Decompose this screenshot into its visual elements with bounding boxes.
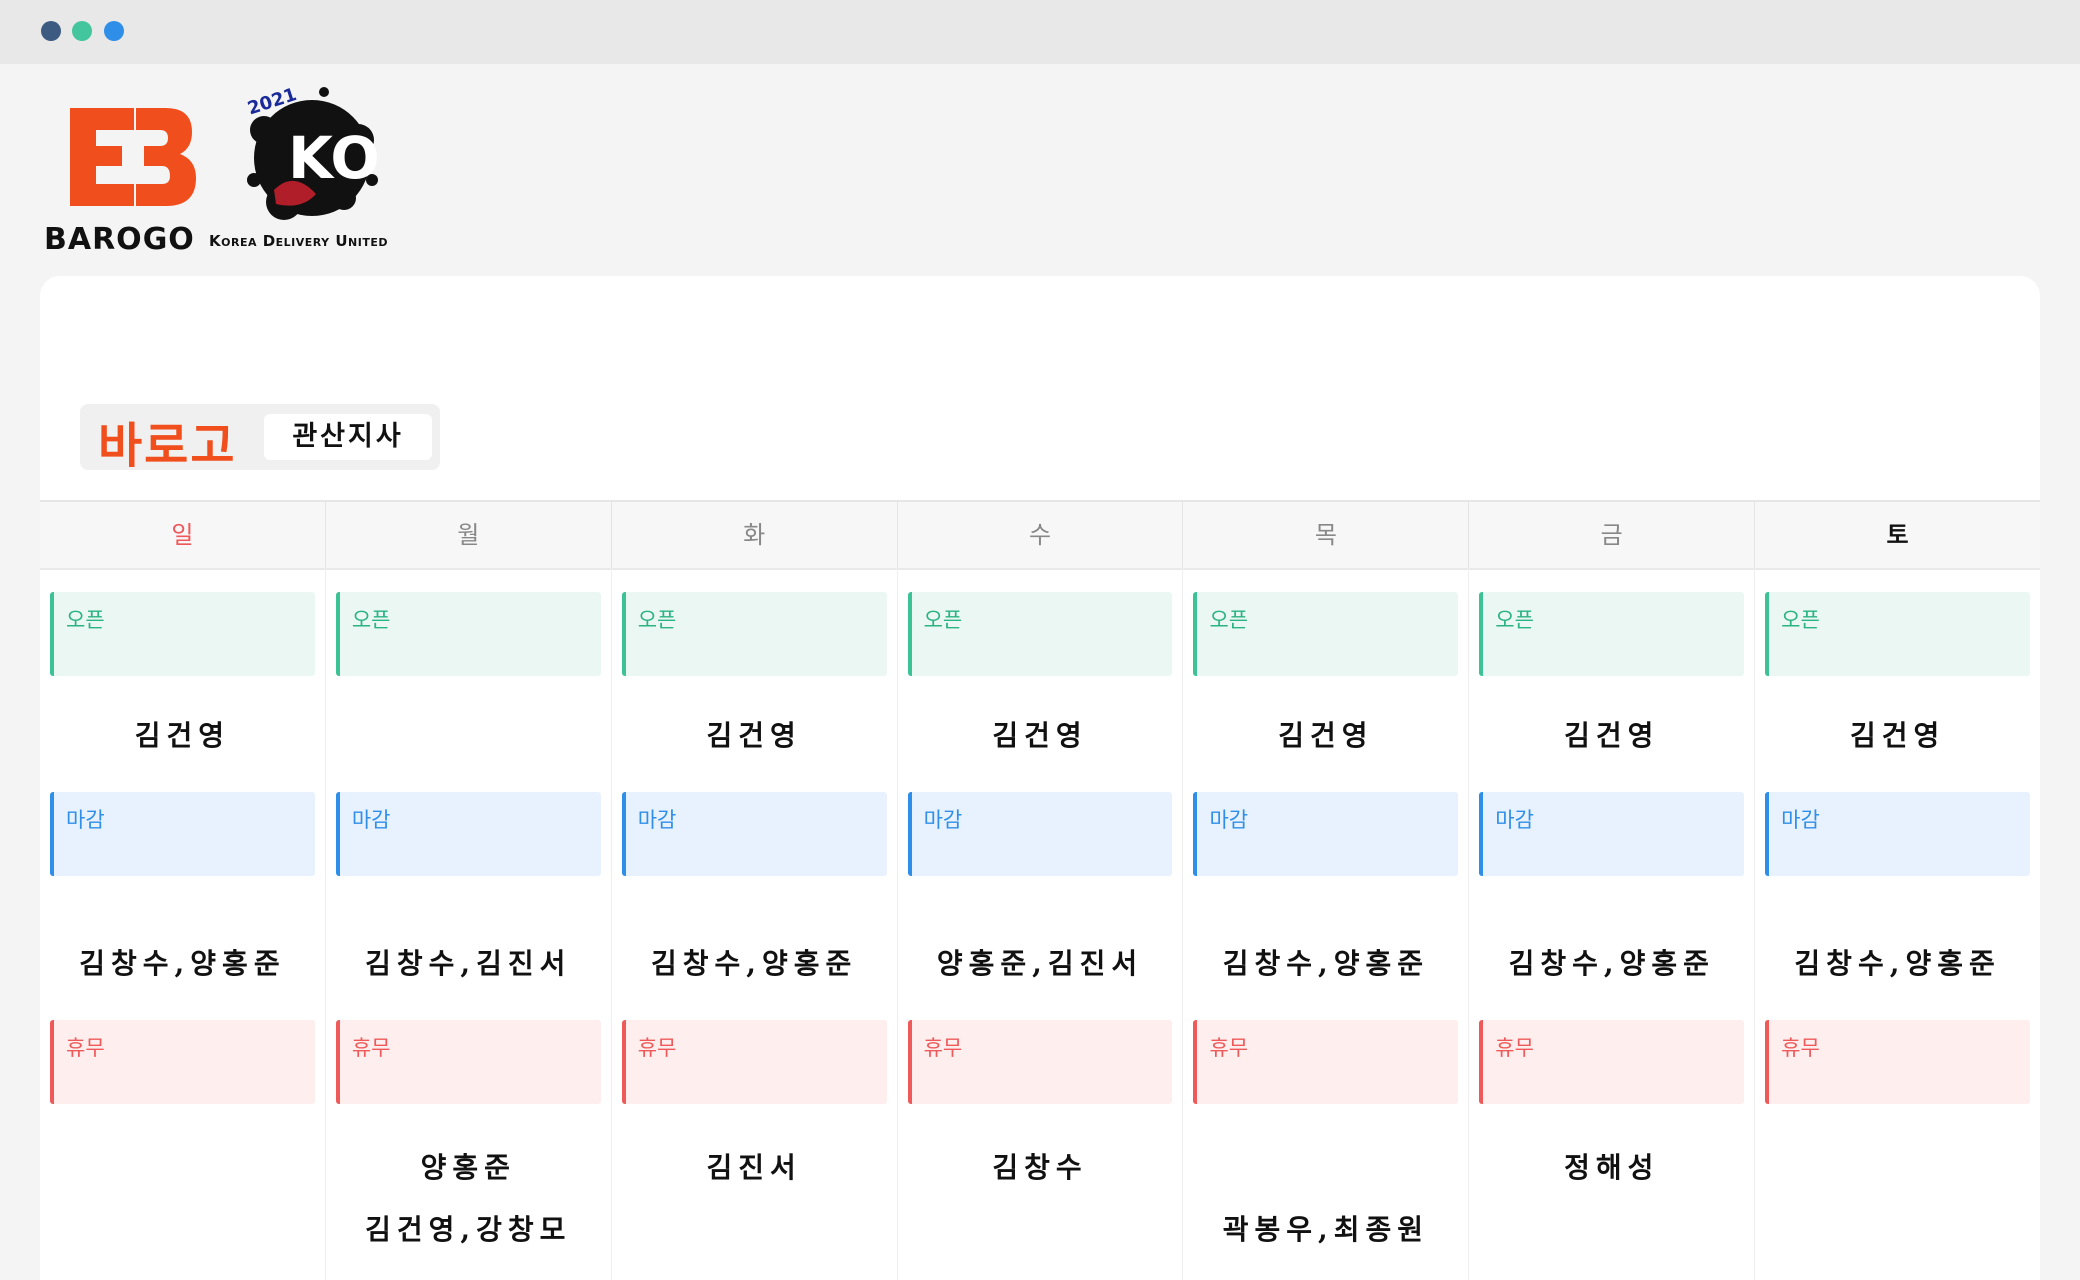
open-staff: 김건영 xyxy=(1278,719,1374,752)
weekday-monday: 월 xyxy=(326,502,612,568)
shift-close-label: 마감 xyxy=(1209,808,1249,832)
shift-open-label: 오픈 xyxy=(1781,608,1820,632)
shift-open-bar[interactable]: 오픈 xyxy=(335,592,601,676)
shift-off-bar[interactable]: 휴무 xyxy=(1479,1020,1745,1104)
open-staff: 김건영 xyxy=(134,719,231,752)
shift-off-label: 휴무 xyxy=(637,1036,677,1060)
shift-off-bar[interactable]: 휴무 xyxy=(1765,1020,2031,1104)
brand-header: KO 2021 BAROGO Korea Delivery United xyxy=(44,84,424,262)
close-staff: 김창수,양홍준 xyxy=(79,947,286,980)
shift-open-label: 오픈 xyxy=(66,608,105,632)
shift-open-label: 오픈 xyxy=(351,608,391,632)
day-column-sunday: 오픈 김건영 마감 김창수,양홍준 휴무 xyxy=(40,568,326,1280)
shift-off-label: 휴무 xyxy=(351,1036,391,1060)
day-column-thursday: 오픈 김건영 마감 김창수,양홍준 휴무 곽봉우,최종원 xyxy=(1183,568,1470,1280)
shift-off-bar[interactable]: 휴무 xyxy=(50,1020,315,1104)
open-staff: 김건영 xyxy=(1564,719,1660,752)
close-staff: 김창수,김진서 xyxy=(365,947,572,980)
shift-open-label: 오픈 xyxy=(923,608,963,632)
shift-close-label: 마감 xyxy=(1781,808,1820,832)
day-column-saturday: 오픈 김건영 마감 김창수,양홍준 휴무 xyxy=(1755,568,2040,1280)
window-close-button[interactable] xyxy=(41,21,61,41)
off-staff-line1: 김진서 xyxy=(706,1151,802,1184)
barogo-logo-icon xyxy=(70,108,196,206)
shift-open-bar[interactable]: 오픈 xyxy=(1765,592,2031,676)
page-title-main: 바로고 xyxy=(98,418,237,474)
page-title-branch: 관산지사 xyxy=(264,414,432,460)
shift-open-bar[interactable]: 오픈 xyxy=(50,592,315,676)
close-staff: 김창수,양홍준 xyxy=(1508,947,1715,980)
day-column-tuesday: 오픈 김건영 마감 김창수,양홍준 휴무 김진서 xyxy=(612,568,898,1280)
shift-close-label: 마감 xyxy=(1495,808,1534,832)
shift-open-bar[interactable]: 오픈 xyxy=(1193,592,1459,676)
weekday-sunday: 일 xyxy=(40,502,326,568)
shift-close-bar[interactable]: 마감 xyxy=(335,792,601,876)
close-staff: 김창수,양홍준 xyxy=(1794,947,2001,980)
shift-off-bar[interactable]: 휴무 xyxy=(1193,1020,1459,1104)
shift-close-label: 마감 xyxy=(637,808,677,832)
window-titlebar xyxy=(0,0,2080,64)
window-maximize-button[interactable] xyxy=(104,21,124,41)
shift-close-bar[interactable]: 마감 xyxy=(621,792,887,876)
off-staff-line1: 정해성 xyxy=(1564,1151,1660,1184)
off-staff-line1: 김창수 xyxy=(992,1151,1088,1184)
window-minimize-button[interactable] xyxy=(72,21,92,41)
shift-close-bar[interactable]: 마감 xyxy=(1479,792,1745,876)
day-column-monday: 오픈 마감 김창수,김진서 휴무 양홍준 김건영,강창모 xyxy=(326,568,612,1280)
shift-open-bar[interactable]: 오픈 xyxy=(1479,592,1745,676)
shift-close-label: 마감 xyxy=(351,808,391,832)
shift-off-label: 휴무 xyxy=(1781,1036,1820,1060)
open-staff: 김건영 xyxy=(992,719,1088,752)
schedule-card: 바로고 관산지사 일 월 화 수 목 금 토 오픈 김건영 마감 김창수,양홍준… xyxy=(40,276,2040,1280)
shift-off-label: 휴무 xyxy=(923,1036,963,1060)
shift-close-bar[interactable]: 마감 xyxy=(1193,792,1459,876)
weekday-thursday: 목 xyxy=(1183,502,1470,568)
weekday-friday: 금 xyxy=(1469,502,1756,568)
off-staff-line2: 곽봉우,최종원 xyxy=(1222,1213,1430,1246)
shift-off-bar[interactable]: 휴무 xyxy=(335,1020,601,1104)
close-staff: 양홍준,김진서 xyxy=(936,947,1144,980)
shift-open-bar[interactable]: 오픈 xyxy=(907,592,1173,676)
shift-off-bar[interactable]: 휴무 xyxy=(621,1020,887,1104)
day-column-wednesday: 오픈 김건영 마감 양홍준,김진서 휴무 김창수 xyxy=(898,568,1184,1280)
kdu-emblem-icon: KO 2021 xyxy=(245,84,380,220)
shift-off-label: 휴무 xyxy=(1209,1036,1249,1060)
shift-close-bar[interactable]: 마감 xyxy=(50,792,315,876)
day-column-friday: 오픈 김건영 마감 김창수,양홍준 휴무 정해성 xyxy=(1469,568,1756,1280)
shift-open-label: 오픈 xyxy=(1209,608,1249,632)
weekday-wednesday: 수 xyxy=(898,502,1184,568)
off-staff-line1: 양홍준 xyxy=(420,1151,516,1184)
shift-open-bar[interactable]: 오픈 xyxy=(621,592,887,676)
shift-close-label: 마감 xyxy=(923,808,963,832)
svg-text:KO: KO xyxy=(288,124,380,192)
shift-off-bar[interactable]: 휴무 xyxy=(907,1020,1173,1104)
off-staff-line2: 김건영,강창모 xyxy=(365,1213,572,1246)
shift-off-label: 휴무 xyxy=(1495,1036,1534,1060)
brand-logo-text: BAROGO xyxy=(44,222,195,257)
weekday-saturday: 토 xyxy=(1886,521,1909,549)
shift-open-label: 오픈 xyxy=(637,608,677,632)
weekday-tuesday: 화 xyxy=(612,502,898,568)
open-staff: 김건영 xyxy=(1849,719,1946,752)
shift-open-label: 오픈 xyxy=(1495,608,1534,632)
shift-close-bar[interactable]: 마감 xyxy=(1765,792,2031,876)
weekday-header: 일 월 화 수 목 금 토 xyxy=(40,500,2040,570)
shift-close-label: 마감 xyxy=(66,808,105,832)
schedule-grid: 오픈 김건영 마감 김창수,양홍준 휴무 오픈 마감 김창수,김진서 휴무 양홍… xyxy=(40,568,2040,1280)
shift-off-label: 휴무 xyxy=(66,1036,105,1060)
brand-subtext: Korea Delivery United xyxy=(209,232,388,250)
close-staff: 김창수,양홍준 xyxy=(1222,947,1430,980)
shift-close-bar[interactable]: 마감 xyxy=(907,792,1173,876)
close-staff: 김창수,양홍준 xyxy=(650,947,858,980)
page-title: 바로고 관산지사 xyxy=(80,404,440,474)
open-staff: 김건영 xyxy=(706,719,802,752)
